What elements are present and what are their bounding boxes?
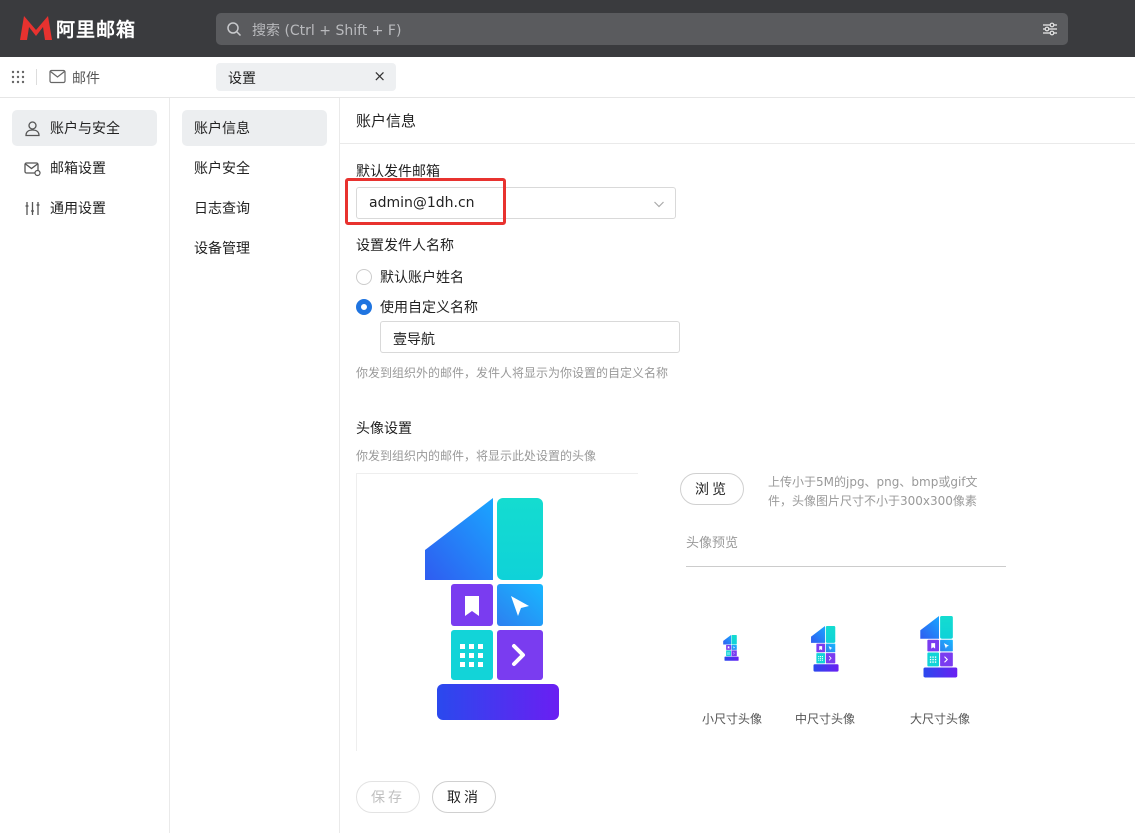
save-button-label: 保存 [371,790,405,806]
avatar-preview-medium [811,626,839,672]
subnav-item-device-management[interactable]: 设备管理 [182,230,327,266]
avatar-settings-label: 头像设置 [356,421,412,437]
sender-name-label: 设置发件人名称 [356,238,454,254]
settings-subnav: 账户信息 账户安全 日志查询 设备管理 [170,98,340,833]
sidebar: 账户与安全 邮箱设置 通用设置 [0,98,170,833]
divider [686,566,1006,567]
avatar-preview-small-label: 小尺寸头像 [702,712,763,726]
custom-name-value: 壹导航 [393,332,435,348]
tab-settings-label: 设置 [228,71,256,87]
search-input[interactable]: 搜索 (Ctrl + Shift + F) [216,13,1068,45]
subnav-item-label: 账户信息 [194,121,250,137]
main-panel: 账户信息 默认发件邮箱 admin@1dh.cn 设置发件人名称 默认账户姓名 … [340,98,1135,833]
mailbox-settings-icon [24,161,41,176]
subnav-item-label: 设备管理 [194,241,250,257]
search-placeholder: 搜索 (Ctrl + Shift + F) [252,23,402,39]
close-icon[interactable]: × [373,67,386,85]
app-logo[interactable]: 阿里邮箱 [18,14,136,42]
tab-settings[interactable]: 设置 × [216,63,396,91]
top-bar: 阿里邮箱 搜索 (Ctrl + Shift + F) [0,0,1135,57]
browse-button-label: 浏览 [695,482,729,498]
user-icon [25,120,40,136]
filter-settings-icon[interactable] [1042,21,1058,37]
mail-icon[interactable] [49,69,66,84]
avatar-hint: 你发到组织内的邮件，将显示此处设置的头像 [356,449,597,463]
sliders-icon [25,201,40,215]
upload-hint: 上传小于5M的jpg、png、bmp或gif文件，头像图片尺寸不小于300x30… [768,475,978,508]
divider [36,69,37,85]
avatar-preview-large [920,616,958,678]
radio-label: 使用自定义名称 [380,300,478,316]
logo-m-icon [20,16,52,40]
avatar-preview-large-label: 大尺寸头像 [910,712,971,726]
main-header: 账户信息 [340,98,1135,144]
subnav-item-label: 账户安全 [194,161,250,177]
custom-name-hint: 你发到组织外的邮件，发件人将显示为你设置的自定义名称 [356,366,669,380]
radio-default-name[interactable]: 默认账户姓名 [356,267,464,287]
subnav-item-log-query[interactable]: 日志查询 [182,190,327,226]
chevron-down-icon [654,201,664,208]
radio-button[interactable] [356,269,372,285]
subnav-item-label: 日志查询 [194,201,250,217]
sidebar-item-label: 通用设置 [50,201,106,217]
avatar-preview-medium-label: 中尺寸头像 [795,712,856,726]
custom-name-input[interactable]: 壹导航 [380,321,680,353]
cancel-button-label: 取消 [447,790,481,806]
radio-custom-name[interactable]: 使用自定义名称 [356,297,478,317]
avatar-preview-small [722,635,740,661]
sidebar-item-account-security[interactable]: 账户与安全 [12,110,157,146]
logo-text: 阿里邮箱 [56,18,137,41]
save-button[interactable]: 保存 [356,781,420,813]
avatar-crop-area[interactable] [356,473,638,751]
mail-link[interactable]: 邮件 [72,68,100,88]
apps-grid-icon[interactable] [11,70,25,84]
radio-button-checked[interactable] [356,299,372,315]
sidebar-item-label: 账户与安全 [50,121,120,137]
browse-button[interactable]: 浏览 [680,473,744,505]
subnav-item-account-security[interactable]: 账户安全 [182,150,327,186]
sidebar-item-label: 邮箱设置 [50,161,106,177]
page-title: 账户信息 [356,112,417,130]
tab-bar: 邮件 设置 × [0,57,1135,98]
sidebar-item-mailbox-settings[interactable]: 邮箱设置 [12,150,157,186]
sidebar-item-general-settings[interactable]: 通用设置 [12,190,157,226]
search-icon [227,22,242,37]
radio-label: 默认账户姓名 [380,270,464,286]
avatar-logo-image [425,498,561,722]
subnav-item-account-info[interactable]: 账户信息 [182,110,327,146]
avatar-preview-title: 头像预览 [686,536,739,551]
cancel-button[interactable]: 取消 [432,781,496,813]
highlight-annotation [345,178,506,225]
